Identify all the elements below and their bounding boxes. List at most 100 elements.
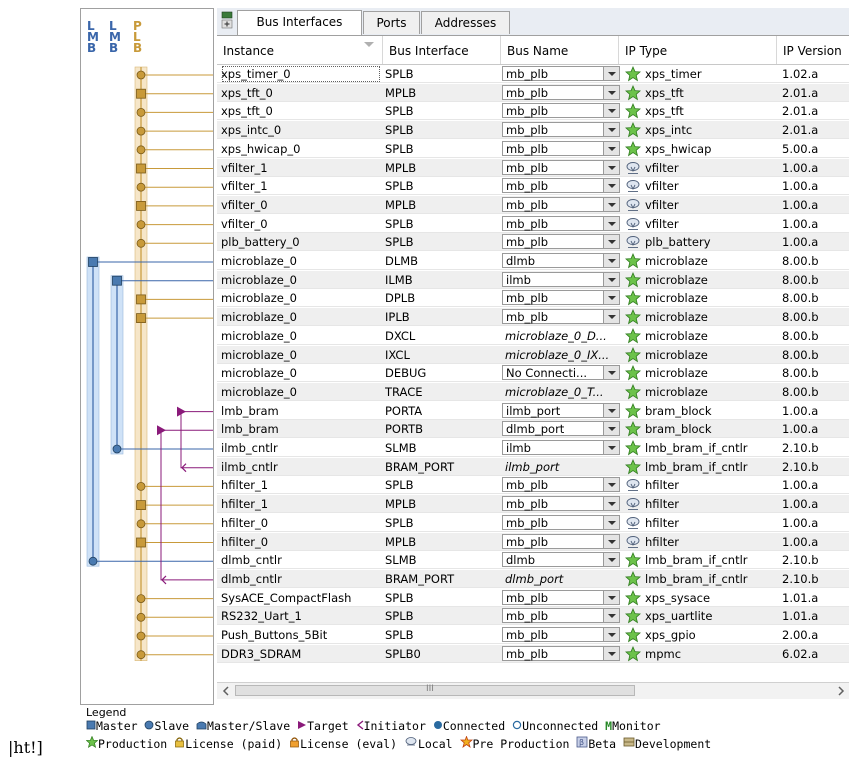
table-row[interactable]: vfilter_0 MPLB mb_plb vfilter 1.00.a <box>217 195 849 214</box>
instance-cell[interactable]: microblaze_0 <box>221 308 381 326</box>
bus-name-select[interactable]: mb_plb <box>502 140 620 156</box>
table-row[interactable]: xps_timer_0 SPLB mb_plb xps_timer 1.02.a <box>217 65 849 83</box>
panel-options-icon[interactable] <box>221 11 233 29</box>
bus-name-dropdown[interactable]: mb_plb <box>502 196 620 214</box>
instance-cell[interactable]: ilmb_cntlr <box>221 439 381 457</box>
bus-name-dropdown[interactable]: mb_plb <box>502 121 620 139</box>
table-row[interactable]: dlmb_cntlr SLMB dlmb lmb_bram_if_cntlr 2.10.… <box>217 551 849 570</box>
dropdown-arrow-icon[interactable] <box>603 515 619 529</box>
bus-name-select[interactable]: No Connecti... <box>502 365 620 381</box>
tab-addresses[interactable]: Addresses <box>421 11 510 34</box>
scrollbar-thumb[interactable]: III <box>235 684 635 696</box>
instance-cell[interactable]: vfilter_0 <box>221 196 381 214</box>
instance-cell[interactable]: microblaze_0 <box>221 364 381 382</box>
table-row[interactable]: microblaze_0 ILMB ilmb microblaze 8.00.b <box>217 270 849 289</box>
table-row[interactable]: microblaze_0 DPLB mb_plb microblaze 8.00.b <box>217 289 849 308</box>
scroll-left-icon[interactable] <box>220 684 232 698</box>
scroll-right-icon[interactable] <box>835 684 847 698</box>
bus-name-dropdown[interactable]: mb_plb <box>502 65 620 83</box>
instance-cell[interactable]: xps_tft_0 <box>221 84 381 102</box>
column-header-instance[interactable]: Instance <box>217 36 383 64</box>
tab-ports[interactable]: Ports <box>363 11 420 34</box>
dropdown-arrow-icon[interactable] <box>603 235 619 249</box>
bus-name-dropdown[interactable]: dlmb <box>502 551 620 569</box>
bus-name-readonly[interactable]: dlmb_port <box>502 570 620 588</box>
instance-cell[interactable]: xps_hwicap_0 <box>221 140 381 158</box>
dropdown-arrow-icon[interactable] <box>603 628 619 641</box>
bus-name-select[interactable]: mb_plb <box>502 234 620 250</box>
instance-cell[interactable]: lmb_bram <box>221 402 381 420</box>
instance-cell[interactable]: plb_battery_0 <box>221 233 381 251</box>
horizontal-scrollbar[interactable]: III <box>217 682 849 699</box>
bus-name-select[interactable]: mb_plb <box>502 627 620 642</box>
table-row[interactable]: lmb_bram PORTB dlmb_port bram_block 1.00.a <box>217 420 849 439</box>
dropdown-arrow-icon[interactable] <box>603 478 619 492</box>
bus-name-select[interactable]: dlmb_port <box>502 421 620 437</box>
bus-name-readonly[interactable]: microblaze_0_D... <box>502 327 620 345</box>
dropdown-arrow-icon[interactable] <box>603 179 619 193</box>
table-row[interactable]: plb_battery_0 SPLB mb_plb plb_battery 1.00.a <box>217 233 849 252</box>
bus-name-select[interactable]: mb_plb <box>502 608 620 624</box>
bus-name-dropdown[interactable]: mb_plb <box>502 215 620 233</box>
instance-cell[interactable]: SysACE_CompactFlash <box>221 589 381 607</box>
table-row[interactable]: hfilter_1 SPLB mb_plb hfilter 1.00.a <box>217 476 849 495</box>
dropdown-arrow-icon[interactable] <box>603 291 619 305</box>
bus-name-dropdown[interactable]: dlmb <box>502 252 620 270</box>
table-row[interactable]: vfilter_0 SPLB mb_plb vfilter 1.00.a <box>217 215 849 233</box>
dropdown-arrow-icon[interactable] <box>603 254 619 267</box>
dropdown-arrow-icon[interactable] <box>603 441 619 454</box>
bus-name-dropdown[interactable]: mb_plb <box>502 233 620 251</box>
bus-name-select[interactable]: dlmb <box>502 253 620 268</box>
table-row[interactable]: vfilter_1 SPLB mb_plb vfilter 1.00.a <box>217 177 849 196</box>
instance-cell[interactable]: hfilter_1 <box>221 495 381 513</box>
bus-name-dropdown[interactable]: mb_plb <box>502 140 620 158</box>
instance-cell[interactable]: vfilter_1 <box>221 177 381 195</box>
bus-name-select[interactable]: mb_plb <box>502 196 620 212</box>
table-row[interactable]: microblaze_0 DLMB dlmb microblaze 8.00.b <box>217 252 849 270</box>
instance-cell[interactable]: vfilter_1 <box>221 159 381 177</box>
dropdown-arrow-icon[interactable] <box>603 216 619 230</box>
bus-name-select[interactable]: mb_plb <box>502 477 620 493</box>
bus-name-dropdown[interactable]: mb_plb <box>502 84 620 102</box>
bus-name-select[interactable]: dlmb <box>502 552 620 568</box>
bus-name-dropdown[interactable]: mb_plb <box>502 626 620 644</box>
bus-name-dropdown[interactable]: ilmb <box>502 439 620 457</box>
dropdown-arrow-icon[interactable] <box>603 366 619 380</box>
bus-name-dropdown[interactable]: No Connecti... <box>502 364 620 382</box>
table-row[interactable]: ilmb_cntlr SLMB ilmb lmb_bram_if_cntlr 2.10.… <box>217 439 849 457</box>
table-row[interactable]: SysACE_CompactFlash SPLB mb_plb xps_sysace 1… <box>217 589 849 607</box>
column-header-bus-interface[interactable]: Bus Interface <box>383 36 501 64</box>
bus-name-readonly[interactable]: ilmb_port <box>502 458 620 476</box>
dropdown-arrow-icon[interactable] <box>603 422 619 436</box>
dropdown-arrow-icon[interactable] <box>603 609 619 623</box>
dropdown-arrow-icon[interactable] <box>603 123 619 137</box>
bus-name-select[interactable]: ilmb <box>502 271 620 287</box>
table-row[interactable]: microblaze_0 DXCL microblaze_0_D... microbl… <box>217 327 849 345</box>
instance-cell[interactable]: hfilter_0 <box>221 514 381 532</box>
bus-name-dropdown[interactable]: mb_plb <box>502 589 620 607</box>
table-row[interactable]: ilmb_cntlr BRAM_PORT ilmb_port lmb_bram_if_… <box>217 457 849 476</box>
instance-cell[interactable]: dlmb_cntlr <box>221 570 381 588</box>
dropdown-arrow-icon[interactable] <box>603 104 619 118</box>
bus-name-dropdown[interactable]: mb_plb <box>502 476 620 494</box>
bus-name-select[interactable]: mb_plb <box>502 215 620 231</box>
table-row[interactable]: DDR3_SDRAM SPLB0 mb_plb mpmc 6.02.a <box>217 644 849 663</box>
table-row[interactable]: dlmb_cntlr BRAM_PORT dlmb_port lmb_bram_if_… <box>217 569 849 588</box>
bus-name-select[interactable]: mb_plb <box>502 103 620 119</box>
bus-name-dropdown[interactable]: mb_plb <box>502 289 620 307</box>
column-header-bus-name[interactable]: Bus Name <box>501 36 619 64</box>
instance-cell[interactable]: xps_intc_0 <box>221 121 381 139</box>
instance-cell[interactable]: lmb_bram <box>221 420 381 438</box>
table-row[interactable]: vfilter_1 MPLB mb_plb vfilter 1.00.a <box>217 158 849 177</box>
bus-name-select[interactable]: mb_plb <box>502 514 620 530</box>
bus-name-dropdown[interactable]: mb_plb <box>502 514 620 532</box>
bus-name-select[interactable]: mb_plb <box>502 66 620 81</box>
bus-name-dropdown[interactable]: mb_plb <box>502 177 620 195</box>
table-row[interactable]: xps_tft_0 SPLB mb_plb xps_tft 2.01.a <box>217 102 849 121</box>
column-header-ip-type[interactable]: IP Type <box>619 36 777 64</box>
tab-bus-interfaces[interactable]: Bus Interfaces <box>237 10 362 35</box>
bus-name-select[interactable]: mb_plb <box>502 589 620 605</box>
instance-cell[interactable]: microblaze_0 <box>221 289 381 307</box>
table-row[interactable]: microblaze_0 DEBUG No Connecti... microblaz… <box>217 364 849 383</box>
bus-name-dropdown[interactable]: ilmb <box>502 271 620 289</box>
